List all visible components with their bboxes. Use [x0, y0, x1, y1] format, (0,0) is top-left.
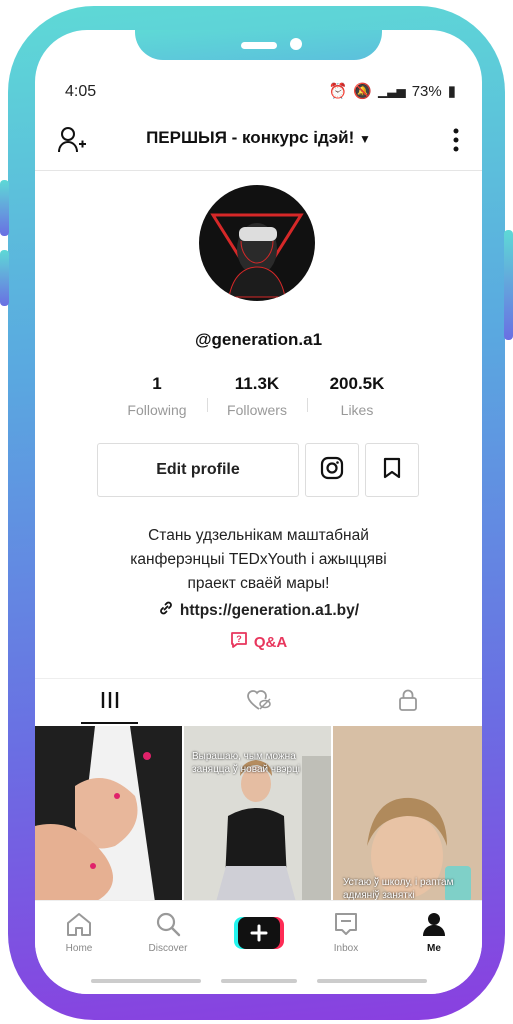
avatar[interactable] [199, 185, 315, 301]
mute-icon: 🔕 [353, 83, 373, 100]
battery-icon: ▮ [447, 83, 456, 100]
nav-label: Me [427, 943, 441, 954]
camera [290, 38, 302, 50]
page-title: ПЕРШЫЯ - конкурс ідэй! [146, 128, 355, 147]
qa-button[interactable]: ? Q&A [35, 631, 482, 653]
status-time: 4:05 [65, 83, 97, 100]
nav-me[interactable]: Me [399, 911, 469, 954]
nav-inbox[interactable]: Inbox [311, 911, 381, 954]
stat-followers[interactable]: 11.3K Followers [207, 374, 307, 418]
bio-line: канферэнцыі TEDxYouth і ажыццяві [130, 551, 387, 568]
speaker [241, 42, 277, 49]
lock-icon [398, 689, 418, 716]
edit-profile-button[interactable]: Edit profile [97, 443, 299, 497]
bottom-nav: Home Discover Inbox Me [35, 900, 482, 994]
svg-text:?: ? [236, 634, 242, 644]
more-options-icon[interactable] [452, 126, 460, 159]
username: @generation.a1 [194, 330, 323, 349]
signal-icon: ▁▃▅ [378, 84, 406, 98]
link-text: https://generation.a1.by/ [179, 601, 360, 619]
qa-label: Q&A [253, 633, 288, 651]
bio-line: праект сваёй мары! [187, 575, 330, 592]
phone-side-button [0, 180, 9, 236]
video-grid: Вырашаю, чым можна заняцца ў новай чвэрц… [35, 726, 482, 902]
bio-line: Стань удзельнікам маштабнай [148, 527, 369, 544]
stat-likes[interactable]: 200.5K Likes [307, 374, 407, 418]
phone-screen: 4:05 ⏰ 🔕 ▁▃▅ 73% ▮ ПЕРШЫЯ - конкурс ідэй… [35, 30, 482, 994]
video-caption: Вырашаю, чым можна заняцца ў новай чвэрц… [192, 751, 301, 775]
profile-stats: 1 Following 11.3K Followers 200.5K Likes [107, 374, 407, 420]
link-icon [158, 600, 174, 621]
inbox-icon [332, 913, 360, 940]
status-bar: 4:05 ⏰ 🔕 ▁▃▅ 73% ▮ [63, 80, 456, 102]
video-thumbnail[interactable]: Устаю ў школу, і раптам адмяніў заняткі [333, 726, 482, 902]
nav-label: Discover [148, 943, 188, 954]
top-bar: ПЕРШЫЯ - конкурс ідэй! ▼ [35, 118, 482, 171]
phone-power-button [504, 230, 513, 340]
home-icon [65, 913, 93, 940]
tab-liked[interactable] [184, 679, 333, 725]
notch [135, 30, 382, 60]
battery-text: 73% [411, 82, 442, 100]
grid-icon [99, 690, 121, 715]
video-caption: Устаю ў школу, і раптам адмяніў заняткі [343, 877, 454, 901]
tab-indicator [81, 722, 138, 724]
profile-icon [420, 913, 448, 940]
instagram-button[interactable] [305, 443, 359, 497]
stat-value: 11.3K [234, 374, 280, 393]
create-icon [234, 917, 284, 949]
bio: Стань удзельнікам маштабнай канферэнцыі … [75, 524, 442, 596]
nav-label: Home [65, 943, 93, 954]
tab-private[interactable] [333, 679, 482, 725]
stat-following[interactable]: 1 Following [107, 374, 207, 418]
profile-link[interactable]: https://generation.a1.by/ [35, 600, 482, 621]
tab-videos[interactable] [35, 679, 184, 725]
heart-hidden-icon [246, 689, 272, 716]
question-icon: ? [230, 631, 248, 653]
status-icons: ⏰ 🔕 ▁▃▅ 73% ▮ [328, 82, 456, 101]
favorites-button[interactable] [365, 443, 419, 497]
account-switcher[interactable]: ПЕРШЫЯ - конкурс ідэй! ▼ [35, 128, 482, 148]
instagram-icon [320, 456, 344, 485]
video-thumbnail[interactable]: Вырашаю, чым можна заняцца ў новай чвэрц… [184, 726, 331, 902]
stat-value: 200.5K [329, 374, 385, 393]
video-thumbnail[interactable] [35, 726, 182, 902]
chevron-down-icon: ▼ [359, 132, 371, 146]
stat-label: Following [127, 402, 187, 418]
search-icon [154, 912, 182, 940]
stat-label: Likes [340, 402, 374, 418]
stat-label: Followers [227, 402, 287, 418]
stat-value: 1 [152, 374, 162, 393]
bookmark-icon [383, 457, 401, 484]
nav-discover[interactable]: Discover [133, 911, 203, 954]
gesture-bar [221, 979, 297, 983]
content-tabs [35, 678, 482, 725]
gesture-bar [91, 979, 201, 983]
create-button[interactable] [234, 917, 284, 949]
phone-side-button [0, 250, 9, 306]
alarm-icon: ⏰ [328, 83, 348, 100]
nav-home[interactable]: Home [44, 911, 114, 954]
gesture-bar [317, 979, 427, 983]
nav-label: Inbox [333, 943, 359, 954]
